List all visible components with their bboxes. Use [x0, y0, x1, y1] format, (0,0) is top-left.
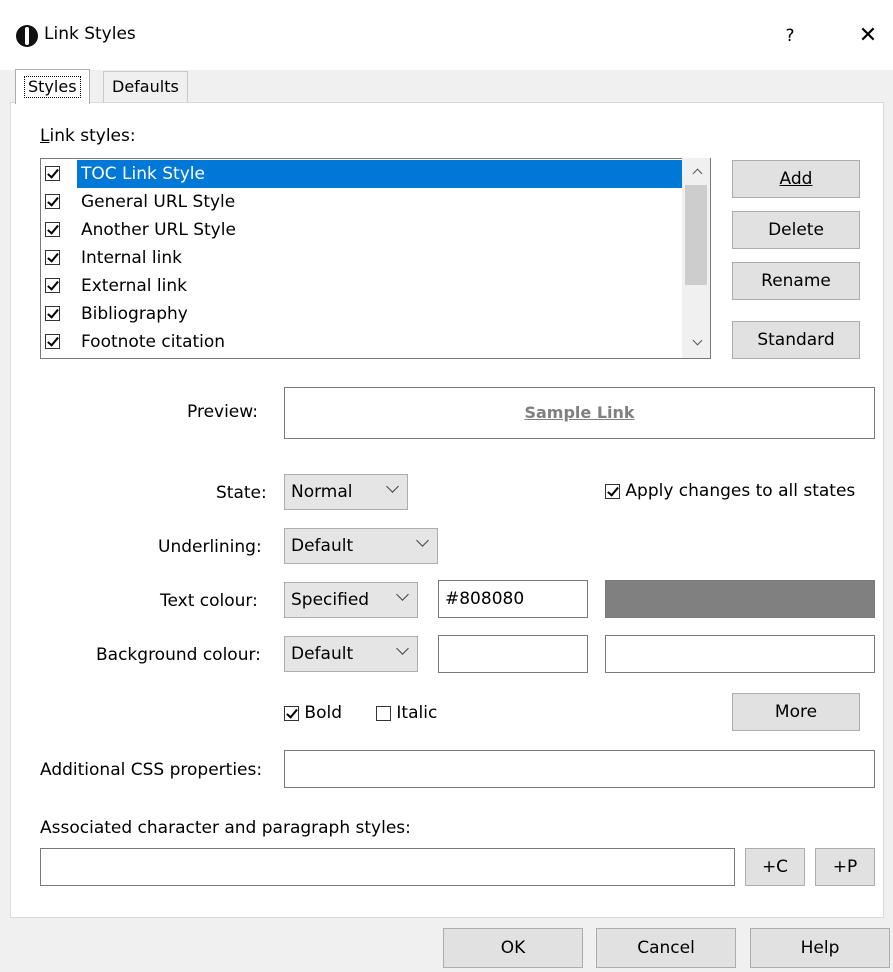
associated-styles-label: Associated character and paragraph style… — [40, 818, 411, 838]
state-select[interactable]: Normal — [284, 474, 408, 510]
additional-css-input[interactable] — [284, 750, 875, 788]
help-button-label: Help — [800, 938, 840, 958]
add-button[interactable]: Add — [732, 160, 860, 198]
background-colour-hex-input[interactable] — [438, 635, 588, 673]
help-title-button[interactable]: ? — [770, 20, 810, 52]
state-value: Normal — [291, 482, 353, 502]
list-item-checkbox[interactable] — [45, 166, 60, 181]
more-button[interactable]: More — [732, 693, 860, 731]
underlining-label: Underlining: — [158, 537, 262, 557]
list-item-label: Bibliography — [81, 304, 188, 324]
apply-all-label: Apply changes to all states — [625, 481, 856, 501]
ok-button-label: OK — [500, 938, 526, 958]
add-paragraph-style-button[interactable]: +P — [815, 848, 875, 886]
list-item-checkbox[interactable] — [45, 222, 60, 237]
text-colour-label: Text colour: — [160, 591, 258, 611]
list-item-checkbox[interactable] — [45, 194, 60, 209]
add-character-style-button[interactable]: +C — [745, 848, 805, 886]
list-item[interactable]: Footnote citation — [43, 328, 683, 356]
cancel-button-label: Cancel — [637, 938, 695, 958]
delete-button[interactable]: Delete — [732, 211, 860, 249]
underlining-select[interactable]: Default — [284, 528, 438, 564]
tab-defaults[interactable]: Defaults — [103, 71, 188, 102]
text-colour-select[interactable]: Specified — [284, 582, 418, 618]
list-item[interactable]: General URL Style — [43, 188, 683, 216]
preview-box: Sample Link — [284, 387, 875, 439]
apply-all-check[interactable] — [605, 483, 620, 499]
list-item[interactable]: External link — [43, 272, 683, 300]
ok-button[interactable]: OK — [443, 928, 583, 968]
link-styles-label: Link styles: — [40, 126, 136, 146]
text-colour-hex-input[interactable]: #808080 — [438, 580, 588, 618]
rename-button[interactable]: Rename — [732, 262, 860, 300]
chevron-down-icon — [396, 588, 409, 601]
window-title: Link Styles — [44, 24, 136, 44]
background-colour-label: Background colour: — [96, 645, 261, 665]
background-colour-swatch[interactable] — [605, 635, 875, 673]
add-paragraph-style-label: +P — [832, 857, 858, 877]
chevron-down-icon — [416, 534, 429, 547]
tab-styles[interactable]: Styles — [15, 69, 90, 104]
list-item[interactable]: Internal link — [43, 244, 683, 272]
bold-label: Bold — [304, 703, 342, 723]
help-button[interactable]: Help — [750, 928, 890, 968]
preview-label: Preview: — [187, 402, 258, 422]
text-colour-swatch[interactable] — [605, 580, 875, 618]
list-items: TOC Link Style General URL Style Another U… — [40, 160, 685, 356]
scroll-thumb[interactable] — [685, 185, 707, 285]
link-styles-label-text: ink styles: — [49, 126, 136, 146]
close-icon[interactable]: ✕ — [848, 20, 888, 52]
list-item-checkbox[interactable] — [45, 250, 60, 265]
list-item-label: General URL Style — [81, 192, 236, 212]
list-item-label: Footnote citation — [81, 332, 226, 352]
add-button-label: Add — [779, 169, 813, 189]
list-item[interactable]: Another URL Style — [43, 216, 683, 244]
chevron-down-icon — [386, 480, 399, 493]
bold-check[interactable] — [284, 705, 299, 721]
tab-styles-label: Styles — [24, 76, 81, 98]
list-item[interactable]: TOC Link Style — [43, 160, 685, 188]
list-item-label: TOC Link Style — [77, 160, 685, 188]
standard-button[interactable]: Standard — [732, 321, 860, 359]
list-item-label: Internal link — [81, 248, 182, 268]
associated-styles-input[interactable] — [40, 848, 735, 886]
list-item-checkbox[interactable] — [45, 278, 60, 293]
state-label: State: — [216, 483, 267, 503]
list-item-label: External link — [81, 276, 188, 296]
rename-button-label: Rename — [761, 271, 831, 291]
background-colour-mode: Default — [291, 644, 354, 664]
delete-button-label: Delete — [768, 220, 824, 240]
text-colour-hex: #808080 — [445, 589, 525, 609]
italic-checkbox[interactable]: Italic — [376, 703, 437, 723]
chevron-down-icon — [396, 642, 409, 655]
cancel-button[interactable]: Cancel — [596, 928, 736, 968]
bold-checkbox[interactable]: Bold — [284, 703, 342, 723]
list-item-checkbox[interactable] — [45, 334, 60, 349]
app-icon — [16, 25, 38, 47]
additional-css-label: Additional CSS properties: — [40, 760, 263, 780]
list-item-checkbox[interactable] — [45, 306, 60, 321]
italic-check[interactable] — [376, 705, 391, 721]
italic-label: Italic — [396, 703, 438, 723]
list-item[interactable]: Bibliography — [43, 300, 683, 328]
sample-link: Sample Link — [524, 403, 635, 422]
underlining-value: Default — [291, 536, 354, 556]
add-character-style-label: +C — [761, 857, 789, 877]
text-colour-mode: Specified — [291, 590, 370, 610]
background-colour-select[interactable]: Default — [284, 636, 418, 672]
list-item-label: Another URL Style — [81, 220, 236, 240]
apply-all-checkbox[interactable]: Apply changes to all states — [605, 481, 855, 501]
more-button-label: More — [774, 702, 818, 722]
standard-button-label: Standard — [757, 330, 835, 350]
